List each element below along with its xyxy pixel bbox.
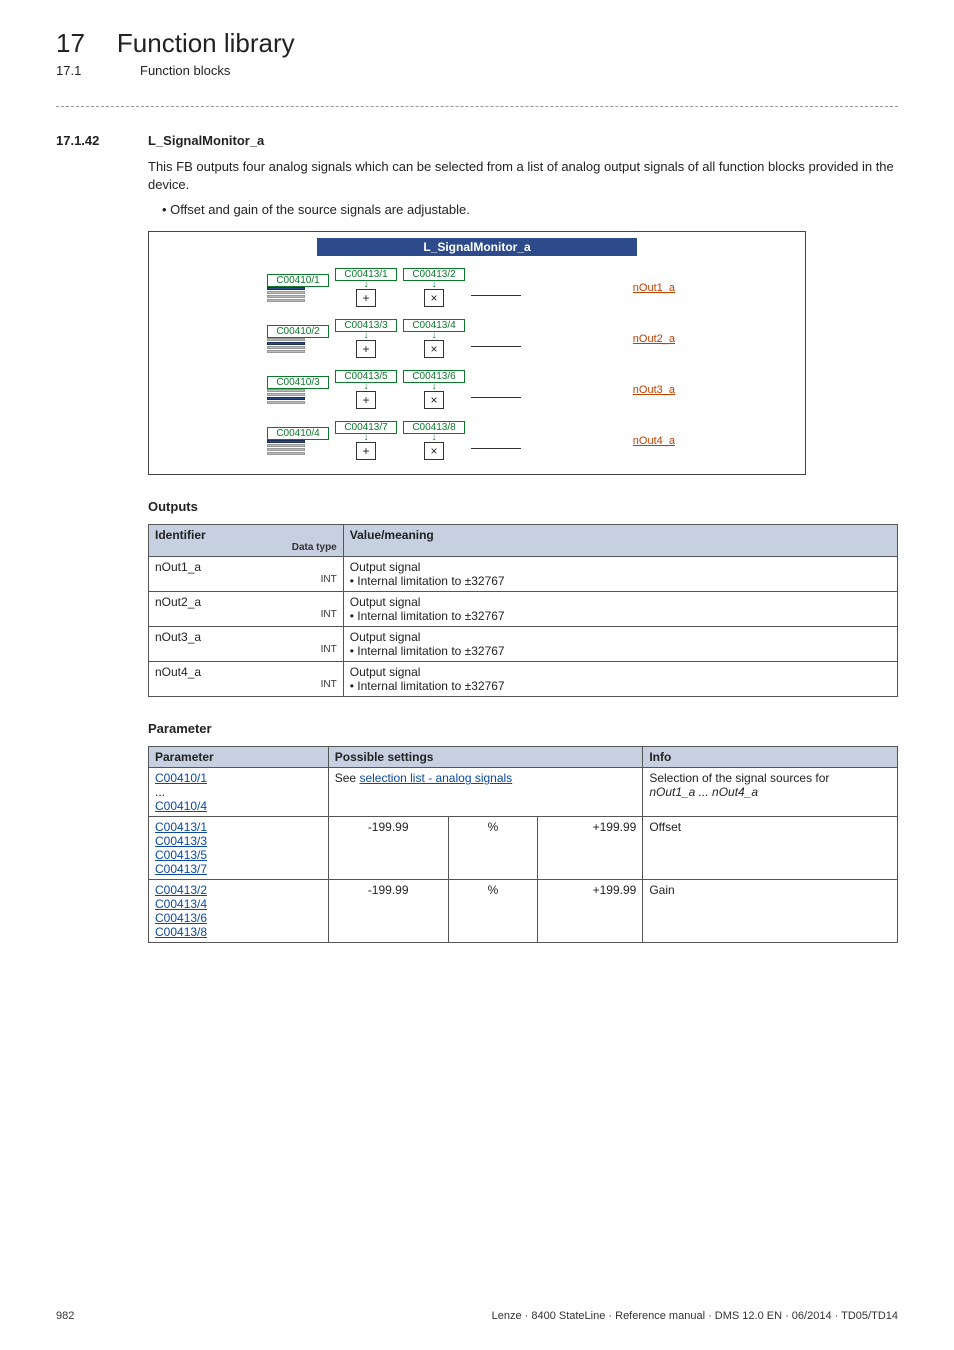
output-desc-line2: • Internal limitation to ±32767 xyxy=(350,574,891,588)
table-row: nOut2_aINT Output signal• Internal limit… xyxy=(149,592,898,627)
subchapter-title: Function blocks xyxy=(140,63,230,78)
param-info-line1: Selection of the signal sources for xyxy=(649,771,891,785)
param-col-parameter: Parameter xyxy=(149,747,329,768)
gain-icon: × xyxy=(424,340,444,358)
parameter-heading: Parameter xyxy=(148,721,898,736)
range-hi: +199.99 xyxy=(538,817,643,880)
output-datatype: INT xyxy=(155,679,337,690)
diagram-output-label: nOut3_a xyxy=(633,384,687,396)
diagram-row: C00410/2 C00413/3 ↓+ C00413/4 ↓× nOut2_a xyxy=(267,319,687,358)
gain-icon: × xyxy=(424,289,444,307)
table-row: C00413/1 C00413/3 C00413/5 C00413/7 -199… xyxy=(149,817,898,880)
chapter-title: Function library xyxy=(117,28,295,59)
output-desc-line2: • Internal limitation to ±32767 xyxy=(350,609,891,623)
param-link[interactable]: C00413/6 xyxy=(155,911,322,925)
selection-list-link[interactable]: selection list - analog signals xyxy=(359,771,512,785)
range-lo: -199.99 xyxy=(328,817,448,880)
section-title: L_SignalMonitor_a xyxy=(148,133,264,148)
code-tag: C00410/2 xyxy=(267,325,329,338)
param-info: Gain xyxy=(643,880,898,943)
footer-text: Lenze · 8400 StateLine · Reference manua… xyxy=(492,1310,898,1322)
output-id: nOut4_a xyxy=(155,665,337,679)
table-row: nOut4_aINT Output signal• Internal limit… xyxy=(149,662,898,697)
param-link[interactable]: C00413/2 xyxy=(155,883,322,897)
page-number: 982 xyxy=(56,1310,74,1322)
output-desc-line2: • Internal limitation to ±32767 xyxy=(350,679,891,693)
gain-icon: × xyxy=(424,391,444,409)
param-link[interactable]: C00413/5 xyxy=(155,848,322,862)
param-link[interactable]: C00410/4 xyxy=(155,799,322,813)
selector-bars-icon xyxy=(267,389,305,404)
param-link[interactable]: C00413/7 xyxy=(155,862,322,876)
output-desc-line1: Output signal xyxy=(350,595,891,609)
range-unit: % xyxy=(448,880,538,943)
output-datatype: INT xyxy=(155,609,337,620)
range-hi: +199.99 xyxy=(538,880,643,943)
diagram-title: L_SignalMonitor_a xyxy=(317,238,637,256)
code-tag: C00410/4 xyxy=(267,427,329,440)
param-ellipsis: ... xyxy=(155,785,322,799)
outputs-table: Identifier Data type Value/meaning nOut1… xyxy=(148,524,898,697)
output-datatype: INT xyxy=(155,644,337,655)
table-row: C00413/2 C00413/4 C00413/6 C00413/8 -199… xyxy=(149,880,898,943)
param-link[interactable]: C00413/3 xyxy=(155,834,322,848)
output-id: nOut1_a xyxy=(155,560,337,574)
separator xyxy=(56,106,898,107)
gain-icon: × xyxy=(424,442,444,460)
output-desc-line1: Output signal xyxy=(350,665,891,679)
param-link[interactable]: C00413/1 xyxy=(155,820,322,834)
block-diagram: L_SignalMonitor_a C00410/1 C00413/1 ↓+ C… xyxy=(148,231,806,475)
offset-icon: + xyxy=(356,442,376,460)
section-number: 17.1.42 xyxy=(56,133,122,148)
section-lead-text: This FB outputs four analog signals whic… xyxy=(148,158,898,194)
diagram-row: C00410/1 C00413/1 ↓+ C00413/2 ↓× nOut1_a xyxy=(267,268,687,307)
parameter-table: Parameter Possible settings Info C00410/… xyxy=(148,746,898,943)
offset-icon: + xyxy=(356,340,376,358)
param-col-info: Info xyxy=(643,747,898,768)
diagram-output-label: nOut2_a xyxy=(633,333,687,345)
chapter-number: 17 xyxy=(56,28,85,59)
output-id: nOut2_a xyxy=(155,595,337,609)
section-bullet: Offset and gain of the source signals ar… xyxy=(162,202,898,217)
output-desc-line2: • Internal limitation to ±32767 xyxy=(350,644,891,658)
param-col-possible: Possible settings xyxy=(328,747,643,768)
outputs-col-identifier: Identifier xyxy=(155,528,337,542)
offset-icon: + xyxy=(356,391,376,409)
diagram-row: C00410/3 C00413/5 ↓+ C00413/6 ↓× nOut3_a xyxy=(267,370,687,409)
diagram-output-label: nOut4_a xyxy=(633,435,687,447)
selector-bars-icon xyxy=(267,440,305,455)
output-datatype: INT xyxy=(155,574,337,585)
output-id: nOut3_a xyxy=(155,630,337,644)
diagram-row: C00410/4 C00413/7 ↓+ C00413/8 ↓× nOut4_a xyxy=(267,421,687,460)
table-row: nOut1_aINT Output signal• Internal limit… xyxy=(149,557,898,592)
param-link[interactable]: C00413/8 xyxy=(155,925,322,939)
param-info-line2: nOut1_a ... nOut4_a xyxy=(649,785,891,799)
subchapter-number: 17.1 xyxy=(56,63,108,78)
output-desc-line1: Output signal xyxy=(350,560,891,574)
outputs-heading: Outputs xyxy=(148,499,898,514)
param-link[interactable]: C00410/1 xyxy=(155,771,322,785)
range-unit: % xyxy=(448,817,538,880)
output-desc-line1: Output signal xyxy=(350,630,891,644)
table-row: C00410/1 ... C00410/4 See selection list… xyxy=(149,768,898,817)
code-tag: C00410/1 xyxy=(267,274,329,287)
outputs-col-value: Value/meaning xyxy=(343,525,897,557)
see-text: See xyxy=(335,771,360,785)
selector-bars-icon xyxy=(267,287,305,302)
outputs-col-datatype: Data type xyxy=(155,542,337,553)
param-info: Offset xyxy=(643,817,898,880)
diagram-output-label: nOut1_a xyxy=(633,282,687,294)
selector-bars-icon xyxy=(267,338,305,353)
param-link[interactable]: C00413/4 xyxy=(155,897,322,911)
offset-icon: + xyxy=(356,289,376,307)
table-row: nOut3_aINT Output signal• Internal limit… xyxy=(149,627,898,662)
code-tag: C00410/3 xyxy=(267,376,329,389)
range-lo: -199.99 xyxy=(328,880,448,943)
